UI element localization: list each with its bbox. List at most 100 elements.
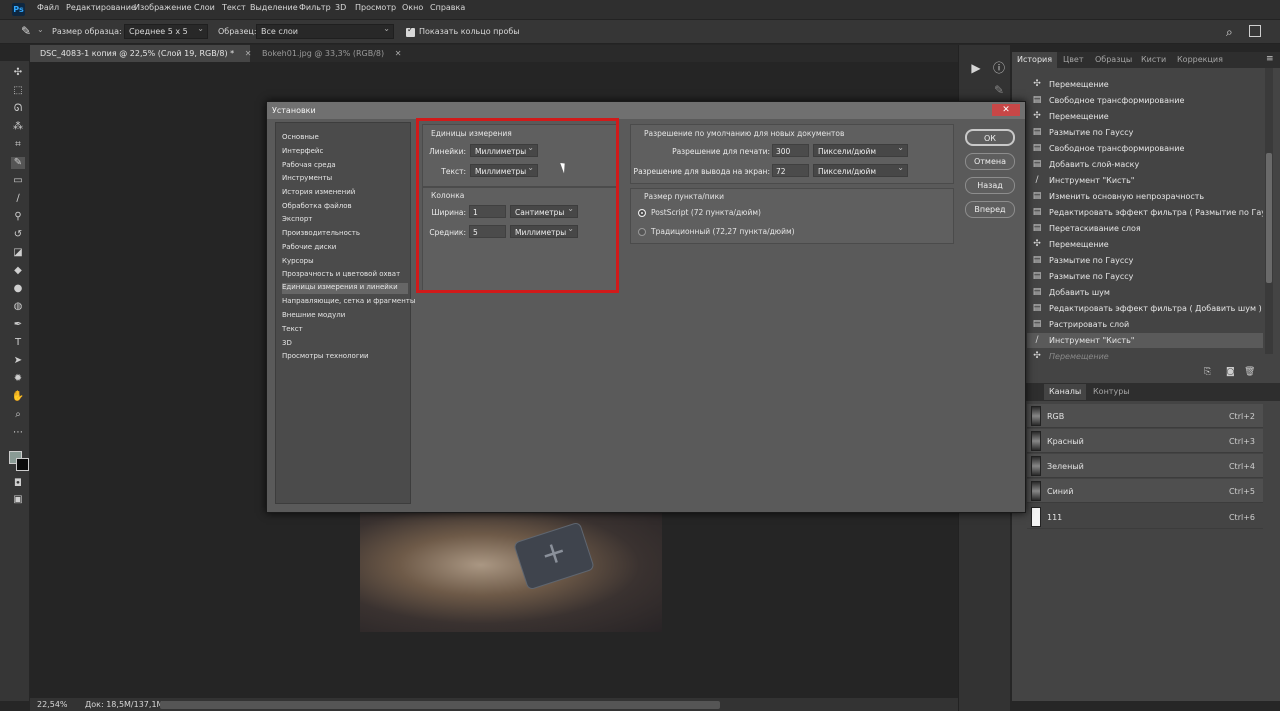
menu-file[interactable]: Файл [37, 3, 59, 12]
blur-tool-icon[interactable]: ● [11, 283, 25, 295]
traditional-radio[interactable] [638, 228, 646, 236]
history-brush-icon[interactable]: ↺ [11, 229, 25, 241]
zoom-level[interactable]: 22,54% [37, 700, 68, 709]
channel-row[interactable]: 111 Ctrl+6 [1027, 505, 1263, 529]
print-resolution-input[interactable]: 300 [772, 144, 809, 157]
search-icon[interactable]: ⌕ [1226, 25, 1233, 40]
history-item[interactable]: ▤ Размытие по Гауссу [1027, 125, 1263, 140]
history-item[interactable]: ▤ Свободное трансформирование [1027, 93, 1263, 108]
trash-icon[interactable]: 🗑 [1244, 367, 1255, 377]
history-item[interactable]: ▤ Добавить слой-маску [1027, 157, 1263, 172]
menu-3d[interactable]: 3D [335, 3, 346, 12]
camera-icon[interactable]: ◙ [1226, 367, 1235, 377]
play-icon[interactable]: ▶ [966, 59, 986, 77]
history-item[interactable]: ✣ Перемещение [1027, 77, 1263, 92]
new-document-from-state-icon[interactable]: ⎘ [1204, 367, 1211, 377]
category-item[interactable]: Просмотры технологии [282, 352, 408, 363]
move-tool-icon[interactable]: ✣ [11, 67, 25, 79]
show-ring-checkbox[interactable] [406, 25, 415, 37]
chevron-down-icon[interactable]: ⌄ [37, 25, 44, 34]
channel-row[interactable]: Красный Ctrl+3 [1027, 429, 1263, 453]
forward-button[interactable]: Вперед [965, 201, 1015, 218]
category-item[interactable]: Интерфейс [282, 147, 408, 158]
history-item[interactable]: ▤ Размытие по Гауссу [1027, 269, 1263, 284]
close-icon[interactable]: ✕ [992, 104, 1020, 116]
history-item[interactable]: ✣ Перемещение [1027, 109, 1263, 124]
history-item[interactable]: ∕ Инструмент "Кисть" [1027, 173, 1263, 188]
menu-view[interactable]: Просмотр [355, 3, 396, 12]
eyedropper-icon[interactable]: ✎ [21, 24, 35, 38]
screen-resolution-unit-select[interactable]: Пиксели/дюйм [813, 163, 908, 177]
scroll-thumb[interactable] [1266, 153, 1272, 283]
history-item[interactable]: ▤ Добавить шум [1027, 285, 1263, 300]
history-item[interactable]: ▤ Изменить основную непрозрачность [1027, 189, 1263, 204]
close-icon[interactable]: ✕ [245, 49, 252, 58]
stamp-tool-icon[interactable]: ⚲ [11, 211, 25, 223]
category-item[interactable]: Внешние модули [282, 311, 408, 322]
category-item[interactable]: Рабочие диски [282, 243, 408, 254]
history-item[interactable]: ▤ Редактировать эффект фильтра ( Размытие… [1027, 205, 1263, 220]
menu-help[interactable]: Справка [430, 3, 465, 12]
type-tool-icon[interactable]: T [11, 337, 25, 349]
sample-layer-select[interactable]: Все слои [256, 24, 394, 39]
sample-size-select[interactable]: Среднее 5 x 5 [124, 24, 208, 39]
background-color-swatch[interactable] [16, 458, 29, 471]
brush-settings-icon[interactable]: ✎ [989, 81, 1009, 99]
workspace-icon[interactable] [1249, 25, 1261, 37]
history-item-selected[interactable]: ∕ Инструмент "Кисть" [1027, 333, 1263, 348]
screen-mode-icon[interactable]: ▣ [11, 494, 25, 506]
menu-text[interactable]: Текст [222, 3, 246, 12]
menu-select[interactable]: Выделение [250, 3, 298, 12]
brush-tool-icon[interactable]: ∕ [11, 193, 25, 205]
tab-color[interactable]: Цвет [1058, 52, 1089, 68]
category-item[interactable]: История изменений [282, 188, 408, 199]
tab-adjustments[interactable]: Коррекция [1172, 52, 1228, 68]
lasso-tool-icon[interactable]: ᘏ [11, 103, 25, 115]
crop-tool-icon[interactable]: ⌗ [11, 139, 25, 151]
history-item[interactable]: ▤ Растрировать слой [1027, 317, 1263, 332]
horizontal-scrollbar[interactable] [160, 701, 720, 709]
category-item[interactable]: Инструменты [282, 174, 408, 185]
hand-tool-icon[interactable]: ✋ [11, 391, 25, 403]
category-item[interactable]: Направляющие, сетка и фрагменты [282, 297, 415, 308]
frame-tool-icon[interactable]: ▭ [11, 175, 25, 187]
magic-wand-tool-icon[interactable]: ⁂ [11, 121, 25, 133]
tab-document-active[interactable]: DSC_4083-1 копия @ 22,5% (Слой 19, RGB/8… [30, 45, 252, 62]
category-item[interactable]: Основные [282, 133, 408, 144]
screen-resolution-input[interactable]: 72 [772, 164, 809, 177]
category-item[interactable]: Прозрачность и цветовой охват [282, 270, 408, 281]
category-item[interactable]: Текст [282, 325, 408, 336]
category-item[interactable]: Производительность [282, 229, 408, 240]
pen-tool-icon[interactable]: ✒ [11, 319, 25, 331]
category-item[interactable]: Экспорт [282, 215, 408, 226]
history-item[interactable]: ▤ Свободное трансформирование [1027, 141, 1263, 156]
menu-edit[interactable]: Редактирование [66, 3, 136, 12]
eraser-tool-icon[interactable]: ◪ [11, 247, 25, 259]
menu-window[interactable]: Окно [402, 3, 423, 12]
path-select-icon[interactable]: ➤ [11, 355, 25, 367]
ok-button[interactable]: ОК [965, 129, 1015, 146]
tab-channels[interactable]: Каналы [1044, 384, 1087, 400]
history-item[interactable]: ▤ Редактировать эффект фильтра ( Добавить… [1027, 301, 1263, 316]
history-scrollbar[interactable] [1265, 68, 1273, 354]
menu-filter[interactable]: Фильтр [299, 3, 331, 12]
dodge-tool-icon[interactable]: ◍ [11, 301, 25, 313]
shape-tool-icon[interactable]: ✹ [11, 373, 25, 385]
tab-paths[interactable]: Контуры [1088, 384, 1135, 400]
history-item[interactable]: ▤ Размытие по Гауссу [1027, 253, 1263, 268]
category-item[interactable]: Курсоры [282, 257, 408, 268]
tab-swatches[interactable]: Образцы [1090, 52, 1137, 68]
menu-image[interactable]: Изображение [134, 3, 192, 12]
category-item[interactable]: Обработка файлов [282, 202, 408, 213]
channel-row[interactable]: RGB Ctrl+2 [1027, 404, 1263, 428]
document-image[interactable] [360, 510, 662, 632]
tab-document-bokeh[interactable]: Bokeh01.jpg @ 33,3% (RGB/8) ✕ [252, 45, 412, 62]
quick-mask-icon[interactable]: ◘ [11, 478, 25, 490]
channel-row[interactable]: Зеленый Ctrl+4 [1027, 454, 1263, 478]
cancel-button[interactable]: Отмена [965, 153, 1015, 170]
category-item[interactable]: Рабочая среда [282, 161, 408, 172]
marquee-tool-icon[interactable]: ⬚ [11, 85, 25, 97]
menu-layers[interactable]: Слои [194, 3, 215, 12]
history-item[interactable]: ✣ Перемещение [1027, 237, 1263, 252]
postscript-radio[interactable] [638, 209, 646, 217]
